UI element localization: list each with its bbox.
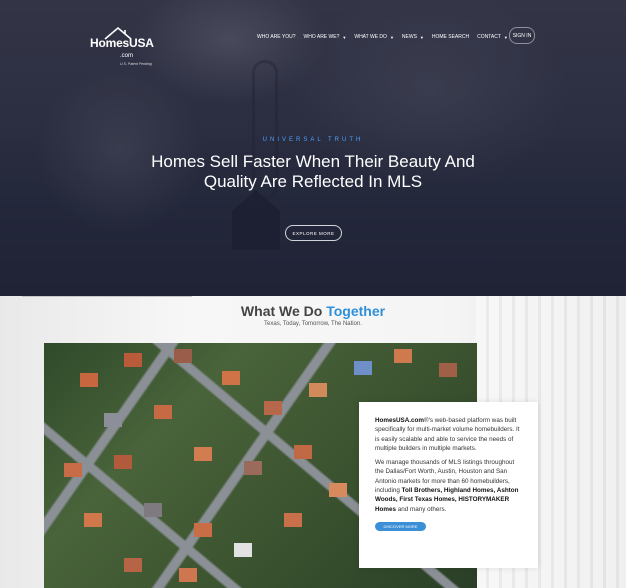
- house-roof: [124, 558, 142, 572]
- house-roof: [174, 349, 192, 363]
- house-roof: [284, 513, 302, 527]
- discover-more-button[interactable]: DISCOVER MORE: [375, 521, 426, 531]
- nav-item-home-search[interactable]: HOME SEARCH: [432, 34, 469, 40]
- house-roof: [244, 461, 262, 475]
- explore-more-button[interactable]: EXPLORE MORE: [285, 225, 342, 241]
- info-paragraph-1: HomesUSA.com®'s web-based platform was b…: [375, 416, 522, 453]
- house-roof: [194, 447, 212, 461]
- house-roof: [329, 483, 347, 497]
- house-roof: [104, 413, 122, 427]
- nav-item-what-we-do[interactable]: WHAT WE DO ▼: [354, 34, 394, 40]
- house-roof: [354, 361, 372, 375]
- nav-item-label: WHAT WE DO: [354, 34, 387, 40]
- house-roof: [194, 523, 212, 537]
- main-nav: WHO ARE YOU? WHO ARE WE? ▼ WHAT WE DO ▼ …: [257, 31, 516, 43]
- chevron-down-icon: ▼: [419, 34, 424, 40]
- patent-note: U.S. Patent Pending: [120, 62, 152, 66]
- house-roof: [394, 349, 412, 363]
- headline-line-2: Quality Are Reflected In MLS: [203, 172, 423, 191]
- info-paragraph-2-text-b: and many others.: [397, 505, 447, 513]
- hero-banner: HomesUSA .com U.S. Patent Pending WHO AR…: [0, 0, 626, 296]
- nav-item-news[interactable]: NEWS ▼: [402, 34, 424, 40]
- brand-name: HomesUSA.com: [375, 417, 424, 424]
- house-roof: [154, 405, 172, 419]
- house-roof: [124, 353, 142, 367]
- info-paragraph-2: We manage thousands of MLS listings thro…: [375, 458, 522, 514]
- logo-wordmark: HomesUSA: [90, 36, 154, 50]
- house-roof: [264, 401, 282, 415]
- house-roof: [179, 568, 197, 582]
- nav-item-label: CONTACT: [477, 34, 501, 40]
- chevron-down-icon: ▼: [389, 34, 394, 40]
- nav-item-label: WHO ARE WE?: [303, 34, 340, 40]
- homesusa-logo[interactable]: HomesUSA .com U.S. Patent Pending: [90, 26, 160, 70]
- info-card: HomesUSA.com®'s web-based platform was b…: [359, 402, 538, 568]
- house-roof: [84, 513, 102, 527]
- logo-suffix: .com: [120, 53, 134, 59]
- house-roof: [144, 503, 162, 517]
- divider: [22, 296, 192, 297]
- section-subtitle: Texas, Today, Tomorrow, The Nation.: [264, 321, 362, 327]
- house-roof: [222, 371, 240, 385]
- hero-headline: Homes Sell Faster When Their Beauty And …: [120, 152, 506, 192]
- nav-item-contact[interactable]: CONTACT ▼: [477, 34, 508, 40]
- nav-item-label: WHO ARE YOU?: [257, 34, 296, 40]
- section-title-accent: Together: [326, 303, 386, 319]
- nav-item-who-are-you[interactable]: WHO ARE YOU?: [257, 34, 296, 40]
- chevron-down-icon: ▼: [503, 34, 508, 40]
- house-roof: [80, 373, 98, 387]
- house-roof: [294, 445, 312, 459]
- headline-line-1: Homes Sell Faster When Their Beauty And: [151, 152, 475, 171]
- nav-item-who-are-we[interactable]: WHO ARE WE? ▼: [304, 34, 347, 40]
- chevron-down-icon: ▼: [342, 34, 347, 40]
- house-roof: [64, 463, 82, 477]
- hero-eyebrow: UNIVERSAL TRUTH: [262, 137, 364, 143]
- house-roof: [439, 363, 457, 377]
- section-title: What We Do Together: [0, 303, 626, 319]
- house-roof: [114, 455, 132, 469]
- sign-in-button[interactable]: SIGN IN: [509, 27, 535, 44]
- nav-item-label: NEWS: [401, 34, 417, 40]
- nav-item-label: HOME SEARCH: [431, 34, 470, 40]
- house-roof: [234, 543, 252, 557]
- house-roof: [309, 383, 327, 397]
- section-title-plain: What We Do: [240, 303, 323, 319]
